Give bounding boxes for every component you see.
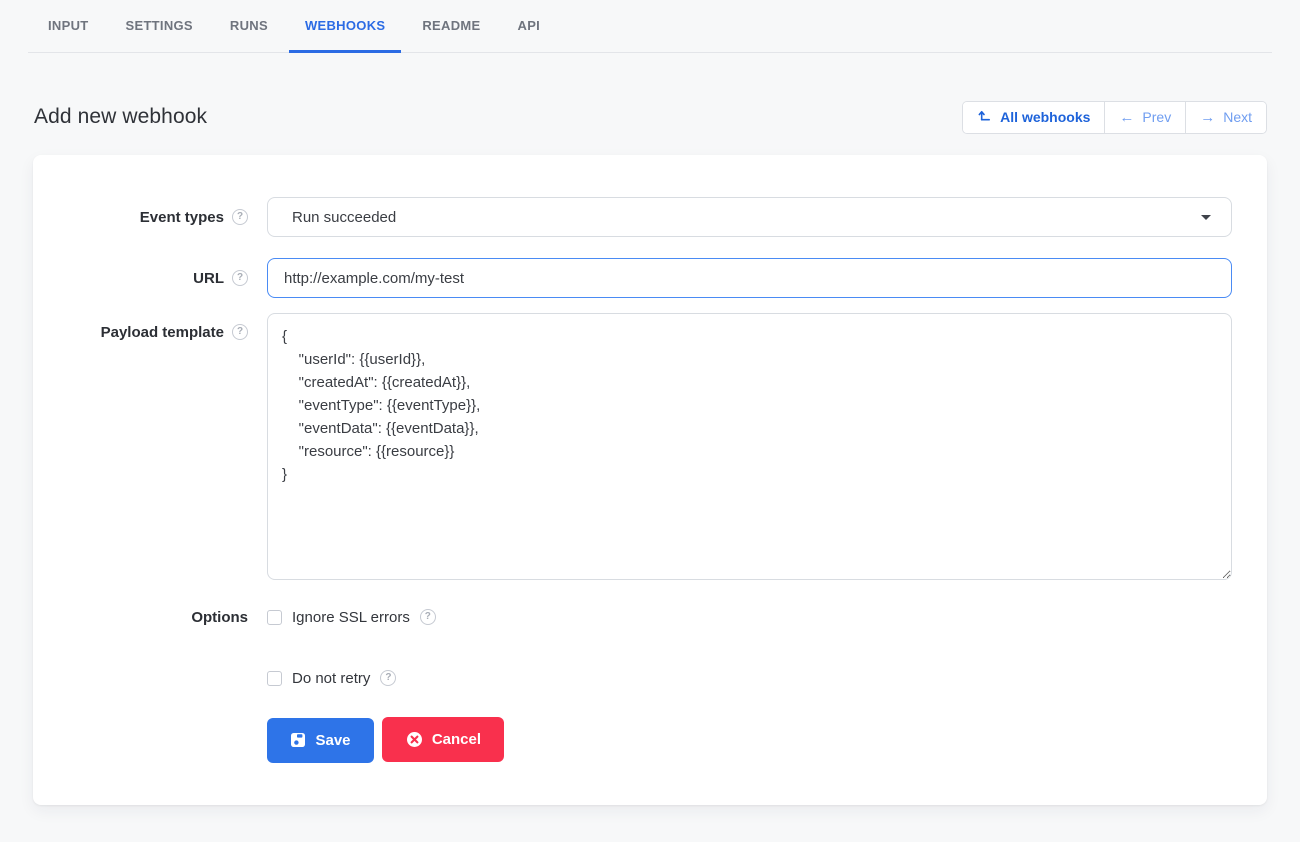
tab-webhooks[interactable]: WEBHOOKS — [289, 1, 401, 53]
event-types-selected-value: Run succeeded — [292, 209, 1201, 226]
options-row-retry: Do not retry ? — [33, 666, 1267, 690]
tab-bar: INPUT SETTINGS RUNS WEBHOOKS README API — [0, 0, 1300, 53]
do-not-retry-checkbox-row: Do not retry ? — [267, 670, 1232, 687]
url-label: URL — [193, 270, 224, 287]
payload-template-label-cell: Payload template ? — [33, 313, 267, 580]
ignore-ssl-checkbox-row: Ignore SSL errors ? — [267, 609, 1232, 626]
payload-template-textarea[interactable]: { "userId": {{userId}}, "createdAt": {{c… — [267, 313, 1232, 580]
form-actions: Save Cancel — [267, 717, 1232, 762]
options-label: Options — [191, 609, 248, 626]
event-types-control: Run succeeded — [267, 197, 1232, 237]
help-icon[interactable]: ? — [420, 609, 436, 625]
webhook-form-card: Event types ? Run succeeded URL ? Payloa… — [33, 155, 1267, 805]
prev-label: Prev — [1142, 109, 1171, 125]
do-not-retry-label[interactable]: Do not retry — [292, 670, 370, 687]
chevron-down-icon — [1201, 215, 1211, 220]
ignore-ssl-checkbox[interactable] — [267, 610, 282, 625]
url-control — [267, 258, 1232, 298]
next-label: Next — [1223, 109, 1252, 125]
retry-option-control: Do not retry ? — [267, 670, 1232, 687]
save-label: Save — [315, 732, 350, 749]
tab-settings[interactable]: SETTINGS — [110, 1, 209, 53]
payload-template-label: Payload template — [101, 324, 224, 341]
save-button[interactable]: Save — [267, 718, 374, 763]
all-webhooks-button[interactable]: All webhooks — [963, 102, 1104, 133]
page-title: Add new webhook — [34, 105, 207, 129]
payload-template-control: { "userId": {{userId}}, "createdAt": {{c… — [267, 313, 1232, 580]
prev-button[interactable]: ← Prev — [1104, 102, 1185, 133]
do-not-retry-checkbox[interactable] — [267, 671, 282, 686]
page-header: Add new webhook All webhooks ← Prev → Ne… — [34, 96, 1267, 138]
arrow-right-icon: → — [1200, 110, 1215, 125]
url-input[interactable] — [267, 258, 1232, 298]
ssl-option-control: Ignore SSL errors ? — [267, 609, 1232, 626]
event-types-label-cell: Event types ? — [33, 209, 267, 226]
arrow-up-back-icon — [977, 108, 992, 126]
form-actions-row: Save Cancel — [33, 717, 1267, 762]
event-types-row: Event types ? Run succeeded — [33, 197, 1267, 237]
help-icon[interactable]: ? — [232, 209, 248, 225]
cancel-label: Cancel — [432, 731, 481, 748]
next-button[interactable]: → Next — [1185, 102, 1266, 133]
save-floppy-icon — [290, 732, 306, 748]
arrow-left-icon: ← — [1119, 110, 1134, 125]
tab-runs[interactable]: RUNS — [214, 1, 284, 53]
webhook-nav-button-group: All webhooks ← Prev → Next — [962, 101, 1267, 134]
tab-readme[interactable]: README — [406, 1, 496, 53]
tab-api[interactable]: API — [502, 1, 557, 53]
url-label-cell: URL ? — [33, 270, 267, 287]
payload-template-row: Payload template ? { "userId": {{userId}… — [33, 313, 1267, 580]
help-icon[interactable]: ? — [232, 270, 248, 286]
tab-input[interactable]: INPUT — [32, 1, 105, 53]
options-row-ssl: Options Ignore SSL errors ? — [33, 605, 1267, 629]
all-webhooks-label: All webhooks — [1000, 109, 1090, 125]
event-types-label: Event types — [140, 209, 224, 226]
ignore-ssl-label[interactable]: Ignore SSL errors — [292, 609, 410, 626]
help-icon[interactable]: ? — [380, 670, 396, 686]
help-icon[interactable]: ? — [232, 324, 248, 340]
event-types-select[interactable]: Run succeeded — [267, 197, 1232, 237]
cancel-x-icon — [406, 731, 423, 748]
options-label-cell: Options — [33, 609, 267, 626]
cancel-button[interactable]: Cancel — [382, 717, 504, 762]
url-row: URL ? — [33, 258, 1267, 298]
